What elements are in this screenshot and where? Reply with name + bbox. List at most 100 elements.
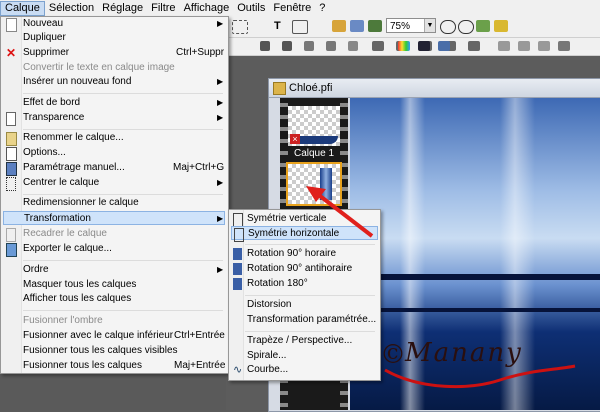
menu-calque[interactable]: Calque bbox=[0, 0, 45, 16]
menu-item-supprimer[interactable]: ✕ Supprimer Ctrl+Suppr bbox=[3, 46, 225, 60]
submenu-item-courbe[interactable]: ∿ Courbe... bbox=[231, 363, 378, 377]
color-icon-3[interactable] bbox=[438, 41, 450, 51]
menu-item-fusionner-inferieur[interactable]: Fusionner avec le calque inférieur Ctrl+… bbox=[3, 329, 225, 343]
menu-item-inserer-fond[interactable]: Insérer un nouveau fond ▶ bbox=[3, 75, 225, 89]
select-tool-icon[interactable] bbox=[232, 20, 248, 34]
layer-preview-shape bbox=[300, 136, 338, 144]
menu-item-nouveau[interactable]: Nouveau ▶ bbox=[3, 17, 225, 32]
menu-item-options[interactable]: Options... bbox=[3, 146, 225, 161]
chevron-down-icon[interactable]: ▼ bbox=[424, 19, 435, 32]
rotate-cw-icon bbox=[233, 248, 242, 260]
zoom-actual-icon[interactable] bbox=[494, 20, 508, 32]
transform-tool-icon[interactable] bbox=[292, 20, 308, 34]
color-icon-1[interactable] bbox=[398, 41, 410, 51]
menu-item-label: Redimensionner le calque bbox=[23, 197, 139, 208]
menu-bar: Calque Sélection Réglage Filtre Affichag… bbox=[0, 0, 600, 17]
crop-icon bbox=[6, 228, 16, 242]
layer-preview-shape bbox=[320, 168, 332, 200]
menu-item-parametrage[interactable]: Paramétrage manuel... Maj+Ctrl+G bbox=[3, 161, 225, 176]
menu-item-afficher-tous[interactable]: Afficher tous les calques bbox=[3, 292, 225, 306]
submenu-arrow-icon: ▶ bbox=[217, 178, 224, 187]
document-title: Chloé.pfi bbox=[289, 82, 333, 94]
submenu-item-trapeze[interactable]: Trapèze / Perspective... bbox=[231, 334, 378, 348]
layer-delete-icon[interactable]: × bbox=[290, 134, 300, 144]
menu-item-fusionner-visibles[interactable]: Fusionner tous les calques visibles bbox=[3, 344, 225, 358]
menu-item-fusionner-ombre: Fusionner l'ombre bbox=[3, 314, 225, 328]
menu-item-transparence[interactable]: Transparence ▶ bbox=[3, 111, 225, 126]
menu-item-shortcut: Maj+Entrée bbox=[174, 360, 226, 371]
zoom-out-icon[interactable] bbox=[458, 20, 474, 34]
menu-separator bbox=[245, 244, 375, 245]
submenu-item-distorsion[interactable]: Distorsion bbox=[231, 298, 378, 312]
menu-item-redimensionner[interactable]: Redimensionner le calque bbox=[3, 196, 225, 210]
effect-icon-5[interactable] bbox=[348, 41, 358, 51]
scan-icon[interactable] bbox=[518, 41, 530, 51]
effect-icon-10[interactable] bbox=[468, 41, 480, 51]
menu-item-exporter[interactable]: Exporter le calque... bbox=[3, 242, 225, 257]
menu-filtre[interactable]: Filtre bbox=[147, 1, 179, 16]
menu-help[interactable]: ? bbox=[315, 1, 329, 16]
save-icon[interactable] bbox=[558, 41, 570, 51]
zoom-select[interactable]: 75% ▼ bbox=[386, 18, 436, 33]
menu-item-label: Insérer un nouveau fond bbox=[23, 76, 132, 87]
toolbar-effects bbox=[226, 38, 600, 56]
paint-tool-icon[interactable] bbox=[332, 20, 346, 32]
menu-item-shortcut: Maj+Ctrl+G bbox=[173, 162, 225, 173]
menu-item-fusionner-tous[interactable]: Fusionner tous les calques Maj+Entrée bbox=[3, 359, 225, 373]
menu-separator bbox=[245, 331, 375, 332]
submenu-item-spirale[interactable]: Spirale... bbox=[231, 349, 378, 363]
menu-item-masquer-tous[interactable]: Masquer tous les calques bbox=[3, 278, 225, 292]
print-icon[interactable] bbox=[498, 41, 510, 51]
document-titlebar[interactable]: Chloé.pfi bbox=[269, 79, 600, 98]
color-icon-2[interactable] bbox=[418, 41, 430, 51]
menu-separator bbox=[23, 310, 223, 311]
menu-reglage[interactable]: Réglage bbox=[98, 1, 147, 16]
document-icon bbox=[273, 82, 286, 95]
fill-icon[interactable] bbox=[368, 20, 382, 32]
menu-separator bbox=[23, 129, 223, 130]
text-tool-icon[interactable]: T bbox=[274, 20, 288, 32]
effect-icon-6[interactable] bbox=[372, 41, 384, 51]
submenu-item-rotation-horaire[interactable]: Rotation 90° horaire bbox=[231, 247, 378, 261]
submenu-arrow-icon: ▶ bbox=[217, 214, 224, 223]
effect-icon-3[interactable] bbox=[304, 41, 314, 51]
menu-item-label: Transformation paramétrée... bbox=[247, 314, 377, 325]
menu-item-label: Afficher tous les calques bbox=[23, 293, 132, 304]
submenu-item-rotation-antihoraire[interactable]: Rotation 90° antihoraire bbox=[231, 262, 378, 276]
menu-selection[interactable]: Sélection bbox=[45, 1, 98, 16]
zoom-in-icon[interactable] bbox=[440, 20, 456, 34]
menu-item-label: Nouveau bbox=[23, 18, 64, 29]
export-file-icon[interactable] bbox=[538, 41, 550, 51]
menu-item-centrer[interactable]: Centrer le calque ▶ bbox=[3, 176, 225, 191]
menu-item-shortcut: Ctrl+Suppr bbox=[176, 47, 225, 58]
menu-item-transformation[interactable]: Transformation ▶ bbox=[3, 211, 225, 225]
menu-item-ordre[interactable]: Ordre ▶ bbox=[3, 263, 225, 277]
layer-thumbnail-background[interactable]: × bbox=[288, 106, 340, 146]
submenu-arrow-icon: ▶ bbox=[217, 77, 224, 86]
options-icon bbox=[6, 147, 17, 161]
layer-thumbnail-selected[interactable] bbox=[286, 162, 342, 206]
effect-icon-1[interactable] bbox=[260, 41, 270, 51]
effect-icon-2[interactable] bbox=[282, 41, 292, 51]
menu-item-label: Symétrie verticale bbox=[247, 213, 327, 224]
effect-icon-4[interactable] bbox=[326, 41, 336, 51]
menu-affichage[interactable]: Affichage bbox=[180, 1, 234, 16]
submenu-item-transformation-parametree[interactable]: Transformation paramétrée... bbox=[231, 313, 378, 327]
curve-icon: ∿ bbox=[233, 364, 243, 376]
eyedropper-icon[interactable] bbox=[350, 20, 364, 32]
menu-item-convertir: Convertir le texte en calque image bbox=[3, 61, 225, 75]
menu-item-renommer[interactable]: Renommer le calque... bbox=[3, 131, 225, 146]
submenu-arrow-icon: ▶ bbox=[217, 19, 224, 28]
submenu-item-symetrie-verticale[interactable]: Symétrie verticale bbox=[231, 212, 378, 227]
menu-item-dupliquer[interactable]: Dupliquer bbox=[3, 31, 225, 45]
menu-item-effet-bord[interactable]: Effet de bord ▶ bbox=[3, 96, 225, 110]
menu-item-label: Ordre bbox=[23, 264, 49, 275]
menu-outils[interactable]: Outils bbox=[233, 1, 269, 16]
submenu-item-symetrie-horizontale[interactable]: Symétrie horizontale bbox=[231, 226, 378, 242]
zoom-fit-icon[interactable] bbox=[476, 20, 490, 32]
menu-fenetre[interactable]: Fenêtre bbox=[269, 1, 315, 16]
submenu-item-rotation-180[interactable]: Rotation 180° bbox=[231, 277, 378, 291]
submenu-arrow-icon: ▶ bbox=[217, 113, 224, 122]
menu-item-label: Rotation 90° antihoraire bbox=[247, 263, 353, 274]
menu-item-label: Masquer tous les calques bbox=[23, 279, 137, 290]
